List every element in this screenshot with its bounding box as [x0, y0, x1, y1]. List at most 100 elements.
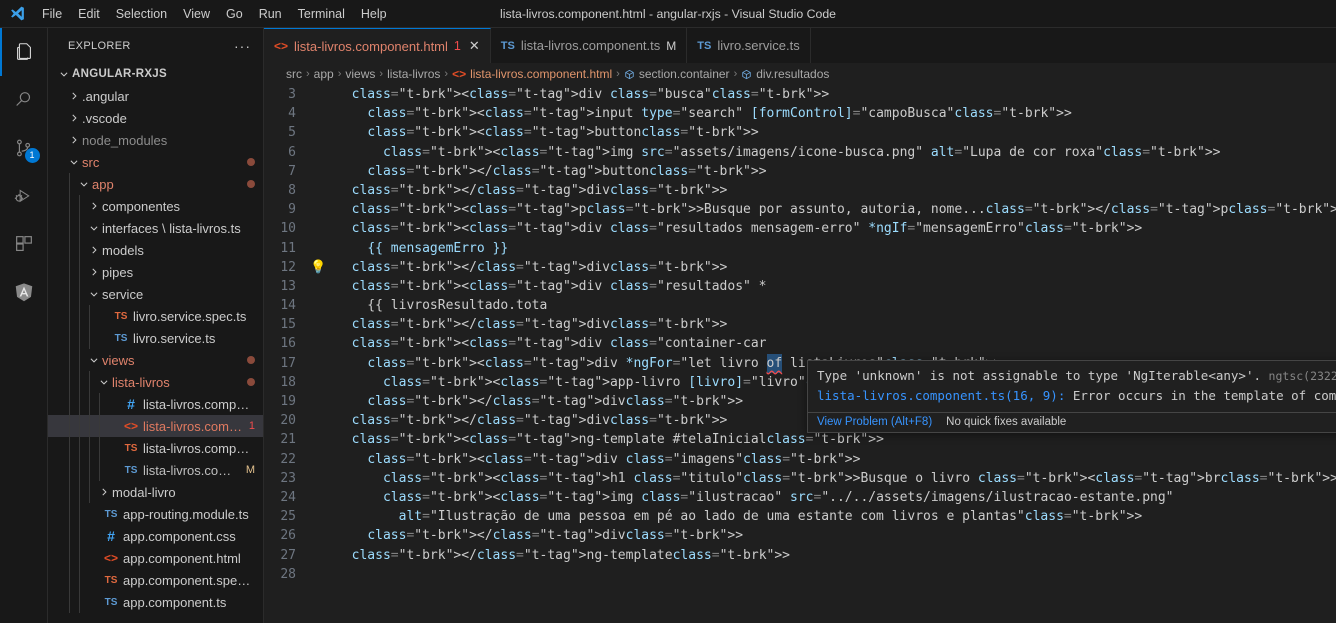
tree-twisty[interactable] [96, 487, 112, 497]
diagnostic-hover-popup[interactable]: Type 'unknown' is not assignable to type… [807, 360, 1336, 433]
menu-help[interactable]: Help [353, 3, 395, 25]
tree-item-models[interactable]: models [48, 239, 263, 261]
file-tree[interactable]: ANGULAR-RXJS .angular .vscode node_modules s… [48, 63, 263, 623]
code-content[interactable]: 3 class="t-brk">< class = "t-tag">div class… [264, 85, 1336, 584]
breadcrumb-item-app[interactable]: app [314, 67, 334, 81]
code-line[interactable]: 25 alt="Ilustração de uma pessoa em pé a… [264, 507, 1336, 526]
code-line[interactable]: 6 class="t-brk">< class = "t-tag">img src = "… [264, 143, 1336, 162]
menu-selection[interactable]: Selection [108, 3, 175, 25]
tree-item-app[interactable]: app [48, 173, 263, 195]
tree-item-modal-livro[interactable]: modal-livro [48, 481, 263, 503]
code-line-text: class="t-brk">< [367, 125, 485, 141]
breadcrumb[interactable]: src › app › views › lista-livros › <> lista-livro… [264, 63, 1336, 85]
tree-item-angular[interactable]: .angular [48, 85, 263, 107]
tree-item-app-component-spec-ts[interactable]: TS app.component.spec.ts [48, 569, 263, 591]
code-line[interactable]: 11 {{ mensagemErro }} [264, 239, 1336, 258]
activity-item-explorer[interactable] [0, 28, 48, 76]
breadcrumb-item-lista-livros-component-html[interactable]: <> lista-livros.component.html [452, 67, 612, 81]
line-number: 7 [288, 163, 296, 179]
code-line[interactable]: 13 class="t-brk">< class = "t-tag">div clas… [264, 277, 1336, 296]
tree-twisty[interactable] [56, 69, 72, 79]
close-icon[interactable]: ✕ [469, 38, 480, 54]
activity-item-run-and-debug[interactable] [0, 172, 48, 220]
tree-twisty[interactable] [96, 377, 112, 387]
code-line[interactable]: 28 [264, 565, 1336, 584]
breadcrumb-item-section-container[interactable]: section.container [624, 67, 730, 81]
tree-item-app-routing-module-ts[interactable]: TS app-routing.module.ts [48, 503, 263, 525]
tree-twisty[interactable] [86, 223, 102, 233]
tree-item-service[interactable]: service [48, 283, 263, 305]
tree-twisty[interactable] [66, 113, 82, 123]
code-line[interactable]: 8 class="t-brk"></class = "t-tag">div class… [264, 181, 1336, 200]
tree-item-angular-rxjs[interactable]: ANGULAR-RXJS [48, 63, 263, 85]
breadcrumb-item-src[interactable]: src [286, 67, 302, 81]
tree-item-lista-livros-component-s[interactable]: TS lista-livros.component.s… [48, 437, 263, 459]
code-line[interactable]: 12 💡 class="t-brk"></class = "t-tag">div cla… [264, 258, 1336, 277]
editor-tab-bar[interactable]: <> lista-livros.component.html 1 ✕ TS lista-l… [264, 28, 1336, 64]
breadcrumb-item-lista-livros[interactable]: lista-livros [387, 67, 440, 81]
tree-item-lista-livros-compon[interactable]: TS lista-livros.compon… M [48, 459, 263, 481]
explorer-more-actions-icon[interactable]: ··· [228, 38, 257, 54]
menu-view[interactable]: View [175, 3, 218, 25]
activity-item-search[interactable] [0, 76, 48, 124]
editor-tab-lista-livros-component-html[interactable]: <> lista-livros.component.html 1 ✕ [264, 28, 491, 64]
tree-item-vscode[interactable]: .vscode [48, 107, 263, 129]
editor-tab-livro-service-ts[interactable]: TS livro.service.ts [687, 28, 811, 63]
menu-edit[interactable]: Edit [70, 3, 108, 25]
code-line[interactable]: 27 class="t-brk"></class = "t-tag">ng-temp… [264, 546, 1336, 565]
tree-twisty[interactable] [86, 201, 102, 211]
tree-item-lista-livros-component-css[interactable]: # lista-livros.component.css [48, 393, 263, 415]
menu-bar[interactable]: File Edit Selection View Go Run Terminal… [34, 3, 395, 25]
code-line[interactable]: 3 class="t-brk">< class = "t-tag">div class… [264, 85, 1336, 104]
tree-twisty[interactable] [66, 157, 82, 167]
tree-item-lista-livros[interactable]: lista-livros [48, 371, 263, 393]
code-line[interactable]: 15 class="t-brk"></class = "t-tag">div clas… [264, 315, 1336, 334]
editor-tab-lista-livros-component-ts[interactable]: TS lista-livros.component.ts M [490, 28, 688, 63]
activity-item-source-control[interactable]: 1 [0, 124, 48, 172]
menu-terminal[interactable]: Terminal [290, 3, 353, 25]
tree-twisty[interactable] [86, 267, 102, 277]
tree-item-node-modules[interactable]: node_modules [48, 129, 263, 151]
code-line[interactable]: 14 {{ livrosResultado.tota [264, 296, 1336, 315]
tree-twisty[interactable] [86, 245, 102, 255]
activity-item-angular[interactable] [0, 268, 48, 316]
code-line[interactable]: 24 class="t-brk">< class = "t-tag">img clas… [264, 488, 1336, 507]
tree-item-pipes[interactable]: pipes [48, 261, 263, 283]
code-line[interactable]: 22 class="t-brk">< class = "t-tag">div clas… [264, 450, 1336, 469]
code-line[interactable]: 5 class="t-brk">< class = "t-tag">button cla… [264, 123, 1336, 142]
menu-go[interactable]: Go [218, 3, 251, 25]
menu-run[interactable]: Run [251, 3, 290, 25]
code-line[interactable]: 9 class="t-brk">< class = "t-tag">p class = "t… [264, 200, 1336, 219]
menu-file[interactable]: File [34, 3, 70, 25]
code-line[interactable]: 4 class="t-brk">< class = "t-tag">input typ… [264, 104, 1336, 123]
tree-item-app-component-ts[interactable]: TS app.component.ts [48, 591, 263, 613]
tree-item-views[interactable]: views [48, 349, 263, 371]
code-line[interactable]: 16 class="t-brk">< class = "t-tag">div clas… [264, 334, 1336, 353]
tree-item-src[interactable]: src [48, 151, 263, 173]
code-line[interactable]: 26 class="t-brk"></class = "t-tag">div clas… [264, 526, 1336, 545]
tree-item-app-component-html[interactable]: <> app.component.html [48, 547, 263, 569]
view-problem-link[interactable]: View Problem (Alt+F8) [817, 416, 932, 428]
activity-item-extensions[interactable] [0, 220, 48, 268]
code-line[interactable]: 7 class="t-brk"></class = "t-tag">button cl… [264, 162, 1336, 181]
tree-twisty[interactable] [76, 179, 92, 189]
tree-item-app-component-css[interactable]: # app.component.css [48, 525, 263, 547]
tree-twisty[interactable] [66, 91, 82, 101]
tree-item-livro-service-spec-ts[interactable]: TS livro.service.spec.ts [48, 305, 263, 327]
code-action-slot [310, 85, 324, 104]
tree-twisty[interactable] [66, 135, 82, 145]
breadcrumb-item-views[interactable]: views [345, 67, 375, 81]
tree-twisty[interactable] [86, 355, 102, 365]
tree-item-componentes[interactable]: componentes [48, 195, 263, 217]
breadcrumb-item-div-resultados[interactable]: div.resultados [741, 67, 829, 81]
code-line[interactable]: 21 class="t-brk">< class = "t-tag">ng-templ… [264, 430, 1336, 449]
tree-twisty[interactable] [86, 289, 102, 299]
code-line[interactable]: 10 class="t-brk">< class = "t-tag">div clas… [264, 219, 1336, 238]
code-line[interactable]: 23 class="t-brk">< class = "t-tag">h1 class… [264, 469, 1336, 488]
tree-item-lista-livros-compon[interactable]: <> lista-livros.compon… 1 [48, 415, 263, 437]
lightbulb-icon[interactable]: 💡 [310, 258, 326, 277]
hover-related-file[interactable]: lista-livros.component.ts(16, 9): [817, 388, 1065, 403]
tree-item-interfaces-lista-livros-ts[interactable]: interfaces \ lista-livros.ts [48, 217, 263, 239]
tree-item-livro-service-ts[interactable]: TS livro.service.ts [48, 327, 263, 349]
code-editor[interactable]: 3 class="t-brk">< class = "t-tag">div class… [264, 85, 1336, 623]
